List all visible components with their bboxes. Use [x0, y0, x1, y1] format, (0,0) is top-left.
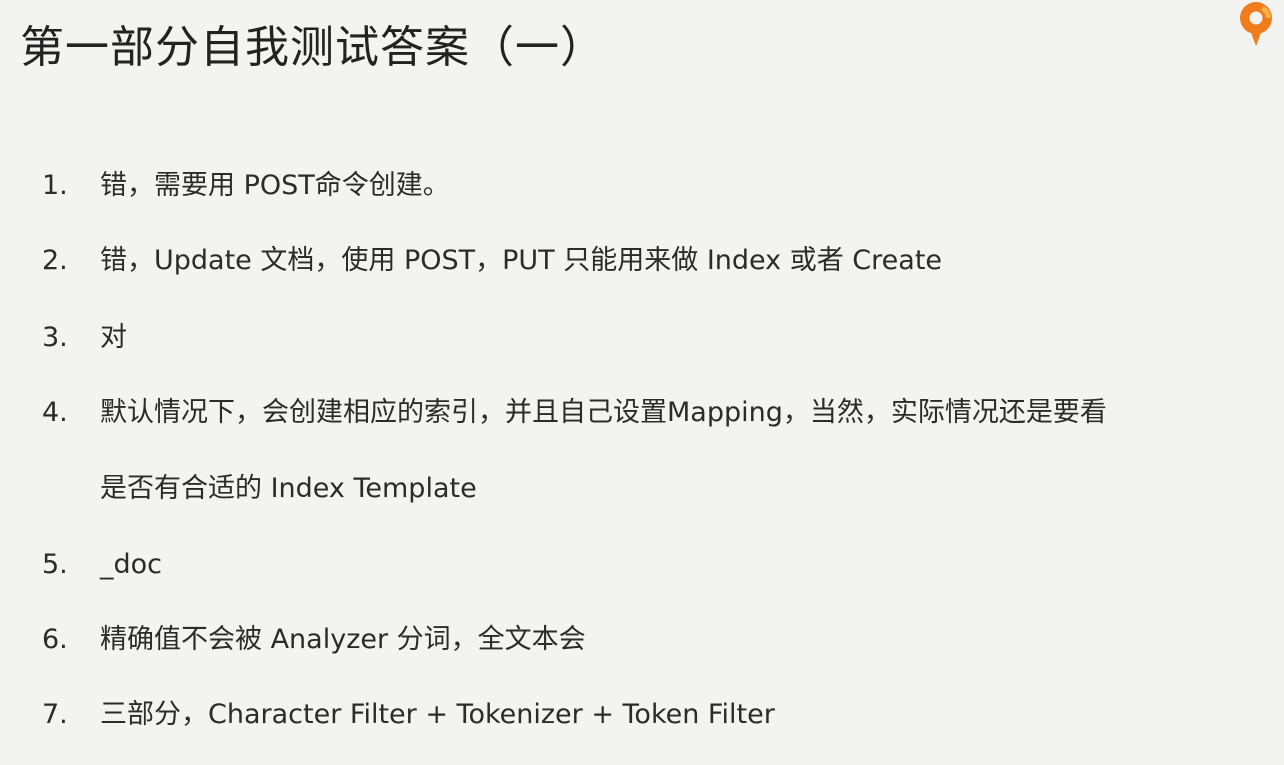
slide: 第一部分自我测试答案（一） 1. 错，需要用 POST命令创建。 2. 错，Up… — [0, 0, 1284, 765]
answer-item-3: 3. 对 — [0, 318, 1284, 358]
answer-item-4-continuation: 是否有合适的 Index Template — [0, 469, 1284, 509]
answer-text: 错，Update 文档，使用 POST，PUT 只能用来做 Index 或者 C… — [100, 245, 943, 276]
answer-text: 默认情况下，会创建相应的索引，并且自己设置Mapping，当然，实际情况还是要看 — [100, 397, 1107, 428]
answer-text-continuation: 是否有合适的 Index Template — [100, 473, 477, 504]
answer-item-2: 2. 错，Update 文档，使用 POST，PUT 只能用来做 Index 或… — [0, 241, 1284, 281]
answer-number: 2. — [42, 245, 68, 276]
answer-text: 精确值不会被 Analyzer 分词，全文本会 — [100, 624, 586, 655]
answer-number: 6. — [42, 624, 68, 655]
answer-number: 1. — [42, 170, 68, 201]
answer-number: 5. — [42, 549, 68, 580]
answer-item-5: 5. _doc — [0, 545, 1284, 585]
answer-item-1: 1. 错，需要用 POST命令创建。 — [0, 166, 1284, 206]
answer-text: _doc — [100, 549, 163, 580]
answer-item-7: 7. 三部分，Character Filter + Tokenizer + To… — [0, 695, 1284, 735]
answer-number: 7. — [42, 699, 68, 730]
answer-list: 1. 错，需要用 POST命令创建。 2. 错，Update 文档，使用 POS… — [0, 0, 1284, 765]
answer-item-6: 6. 精确值不会被 Analyzer 分词，全文本会 — [0, 620, 1284, 660]
answer-text: 对 — [100, 322, 127, 353]
answer-item-4: 4. 默认情况下，会创建相应的索引，并且自己设置Mapping，当然，实际情况还… — [0, 393, 1284, 433]
answer-text: 错，需要用 POST命令创建。 — [100, 170, 450, 201]
answer-number: 3. — [42, 322, 68, 353]
answer-text: 三部分，Character Filter + Tokenizer + Token… — [100, 699, 775, 730]
answer-number: 4. — [42, 397, 68, 428]
